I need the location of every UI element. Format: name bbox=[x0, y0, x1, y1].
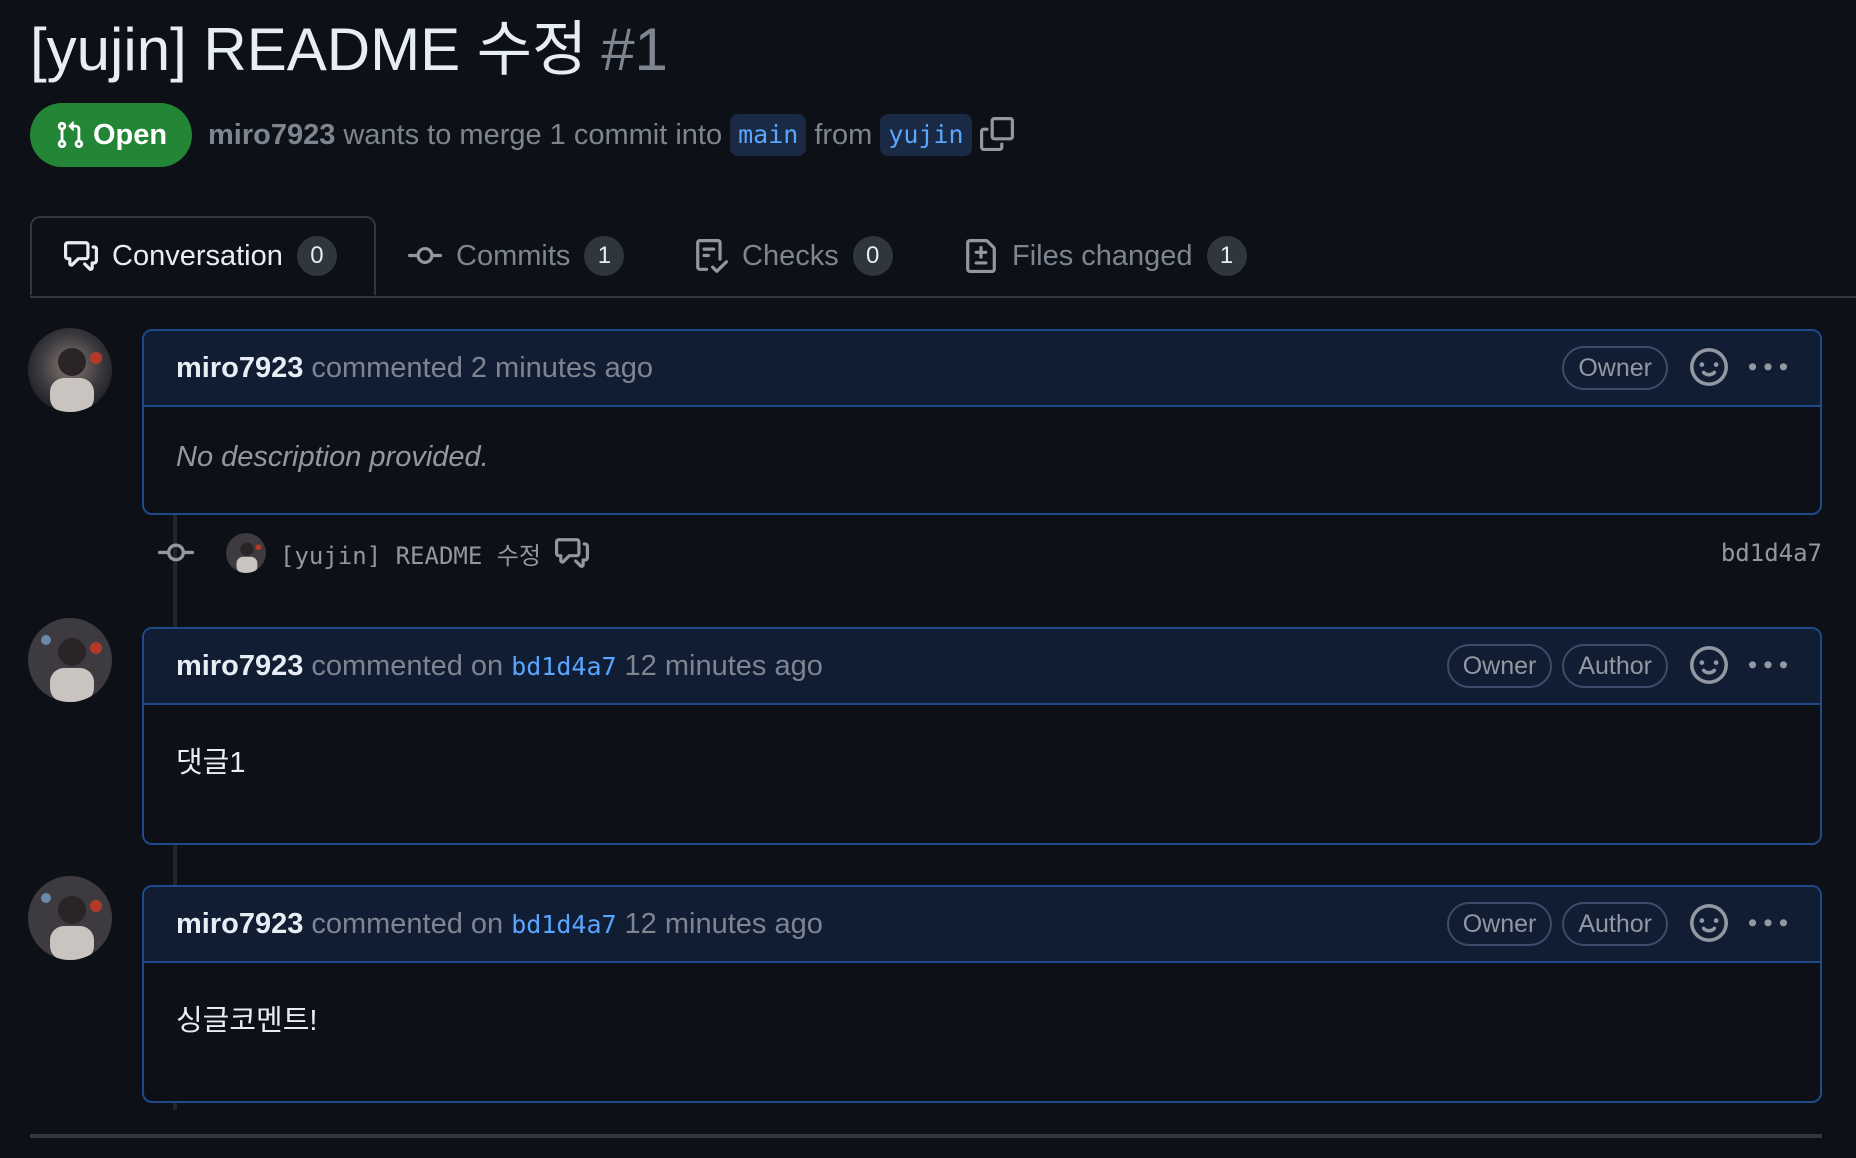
commit-sha[interactable]: bd1d4a7 bbox=[1721, 539, 1822, 567]
git-commit-icon bbox=[408, 246, 442, 264]
avatar[interactable] bbox=[28, 876, 112, 960]
tab-label: Commits bbox=[456, 239, 571, 272]
smiley-icon[interactable] bbox=[1690, 348, 1730, 388]
comment: miro7923 commented on bd1d4a7 12 minutes… bbox=[142, 627, 1822, 845]
tab-label: Files changed bbox=[1012, 239, 1193, 272]
comment-icon[interactable] bbox=[554, 536, 589, 570]
comment-action: commented on bbox=[311, 907, 504, 940]
comment-header: miro7923 commented 2 minutes ago Owner bbox=[144, 331, 1820, 407]
head-branch[interactable]: yujin bbox=[880, 114, 972, 156]
from-text: from bbox=[814, 118, 873, 151]
author-label: Author bbox=[1562, 902, 1668, 946]
tab-count: 1 bbox=[584, 236, 625, 276]
pr-meta: miro7923 wants to merge 1 commit into ma… bbox=[208, 112, 1016, 158]
commit-sha-link[interactable]: bd1d4a7 bbox=[511, 652, 616, 681]
copy-icon[interactable] bbox=[979, 117, 1016, 153]
file-diff-icon bbox=[966, 239, 996, 273]
merge-text: wants to merge 1 commit into bbox=[343, 118, 723, 151]
tab-count: 0 bbox=[296, 236, 337, 276]
comment: miro7923 commented 2 minutes ago Owner N… bbox=[142, 329, 1822, 515]
pr-title-text: [yujin] README 수정 bbox=[30, 16, 588, 83]
git-pull-request-icon bbox=[57, 121, 84, 149]
tab-count: 0 bbox=[852, 236, 893, 276]
avatar[interactable] bbox=[28, 328, 112, 412]
comment-action: commented on bbox=[311, 649, 504, 682]
status-badge: Open bbox=[30, 103, 192, 167]
avatar[interactable] bbox=[28, 618, 112, 702]
page-title: [yujin] README 수정 #1 bbox=[30, 10, 668, 90]
comment-body: 싱글코멘트! bbox=[176, 1005, 318, 1037]
comment-action: commented bbox=[311, 351, 463, 384]
comment-body: No description provided. bbox=[176, 441, 489, 473]
tab-label: Conversation bbox=[112, 239, 283, 272]
comment-header: miro7923 commented on bd1d4a7 12 minutes… bbox=[144, 629, 1820, 705]
comment-author[interactable]: miro7923 bbox=[176, 650, 303, 683]
avatar[interactable] bbox=[226, 533, 266, 573]
commit-message[interactable]: [yujin] README 수정 bbox=[280, 536, 541, 571]
comment-discussion-icon bbox=[64, 241, 98, 271]
status-label: Open bbox=[92, 118, 168, 151]
tab-label: Checks bbox=[742, 239, 839, 272]
tab-count: 1 bbox=[1206, 236, 1247, 276]
pr-author-link[interactable]: miro7923 bbox=[208, 119, 335, 152]
tab-conversation[interactable]: Conversation 0 bbox=[30, 216, 376, 296]
git-commit-icon bbox=[158, 543, 194, 562]
comment-author[interactable]: miro7923 bbox=[176, 352, 303, 385]
commit-sha-link[interactable]: bd1d4a7 bbox=[511, 910, 616, 939]
pr-number: #1 bbox=[601, 16, 668, 83]
kebab-horizontal-icon[interactable] bbox=[1746, 348, 1790, 388]
checklist-icon bbox=[696, 239, 728, 273]
tab-commits[interactable]: Commits 1 bbox=[408, 216, 625, 296]
comment-author[interactable]: miro7923 bbox=[176, 908, 303, 941]
comment: miro7923 commented on bd1d4a7 12 minutes… bbox=[142, 885, 1822, 1103]
pr-tabs: Conversation 0 Commits 1 Checks 0 Files … bbox=[30, 216, 1856, 298]
kebab-horizontal-icon[interactable] bbox=[1746, 904, 1790, 944]
comment-time[interactable]: 12 minutes ago bbox=[625, 650, 823, 683]
comment-header: miro7923 commented on bd1d4a7 12 minutes… bbox=[144, 887, 1820, 963]
base-branch[interactable]: main bbox=[730, 114, 807, 156]
smiley-icon[interactable] bbox=[1690, 646, 1730, 686]
owner-label: Owner bbox=[1446, 902, 1553, 946]
owner-label: Owner bbox=[1446, 644, 1553, 688]
tab-checks[interactable]: Checks 0 bbox=[694, 216, 893, 296]
tab-files-changed[interactable]: Files changed 1 bbox=[964, 216, 1247, 296]
comment-time[interactable]: 2 minutes ago bbox=[471, 352, 653, 385]
commit-event: [yujin] README 수정 bd1d4a7 bbox=[158, 530, 1822, 576]
kebab-horizontal-icon[interactable] bbox=[1746, 646, 1790, 686]
divider bbox=[30, 1134, 1822, 1138]
comment-body: 댓글1 bbox=[176, 747, 246, 779]
author-label: Author bbox=[1562, 644, 1668, 688]
smiley-icon[interactable] bbox=[1690, 904, 1730, 944]
comment-time[interactable]: 12 minutes ago bbox=[625, 908, 823, 941]
owner-label: Owner bbox=[1562, 346, 1668, 390]
